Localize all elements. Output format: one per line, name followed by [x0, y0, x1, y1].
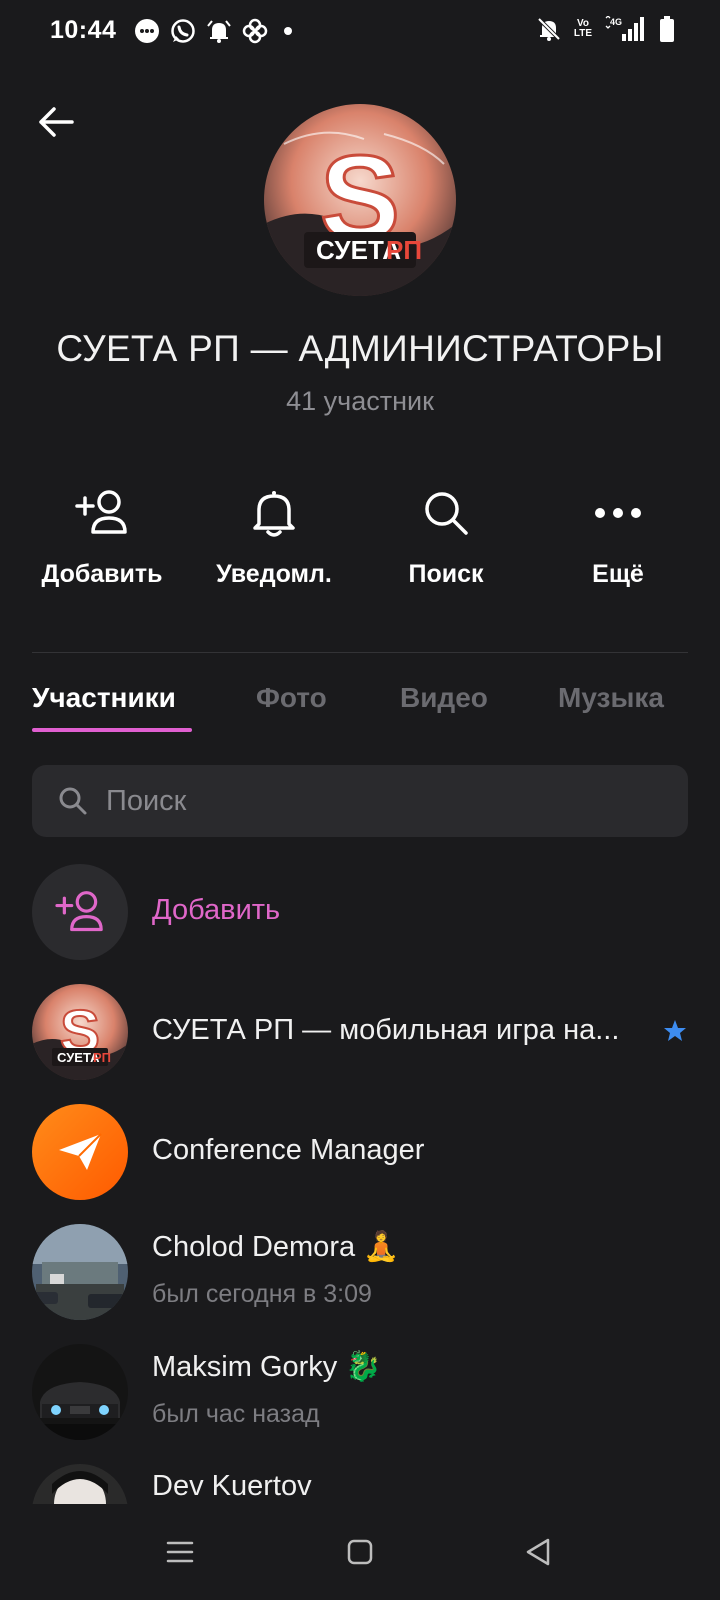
search-placeholder: Поиск [106, 784, 187, 817]
members-count: 41 участник [286, 386, 434, 416]
group-title: СУЕТА РП — АДМИНИСТРАТОРЫ [56, 328, 664, 369]
back-button[interactable] [30, 96, 82, 148]
back-nav-button[interactable] [512, 1526, 564, 1578]
system-icons: Vo LTE 4G [536, 16, 680, 42]
add-user-icon [32, 864, 128, 960]
member-name: Maksim Gorky 🐉 [152, 1351, 382, 1383]
tab-members[interactable]: Участники [32, 682, 176, 714]
avatar: S СУЕТА РП [32, 984, 128, 1080]
svg-text:РП: РП [93, 1050, 111, 1065]
add-member-text: Добавить [152, 894, 281, 926]
paper-plane-icon [32, 1104, 128, 1200]
notifications-button[interactable]: Уведомл. [188, 486, 360, 589]
menu-icon [166, 1541, 194, 1563]
list-item[interactable]: Maksim Gorky 🐉 был час назад [32, 1344, 688, 1440]
home-button[interactable] [334, 1526, 386, 1578]
tab-music[interactable]: Музыка [558, 682, 664, 714]
more-notifications-dot [284, 27, 292, 35]
tab-video[interactable]: Видео [400, 682, 488, 714]
arrow-left-icon [39, 107, 74, 137]
tab-photo[interactable]: Фото [256, 682, 327, 714]
member-status: был сегодня в 3:09 [152, 1280, 372, 1308]
more-dots-icon [594, 486, 642, 540]
member-name: СУЕТА РП — мобильная игра на... [152, 1014, 620, 1046]
notifications-label: Уведомл. [216, 560, 332, 588]
avatar [32, 1464, 128, 1504]
more-label: Ещё [592, 560, 644, 588]
battery-icon [654, 16, 680, 42]
square-icon [347, 1539, 373, 1565]
member-name: Dev Kuertov [152, 1470, 312, 1502]
avatar [32, 1224, 128, 1320]
list-item[interactable]: Conference Manager [32, 1104, 688, 1200]
volte-icon: Vo LTE [573, 18, 593, 39]
action-row: Добавить Уведомл. Поиск Ещё [16, 486, 704, 589]
svg-text:4G: 4G [610, 17, 622, 27]
triangle-back-icon [526, 1538, 550, 1566]
notification-icons [134, 18, 292, 44]
tab-bar: Участники Фото Видео Музыка [32, 682, 688, 734]
add-user-icon [73, 486, 131, 540]
more-button[interactable]: Ещё [532, 486, 704, 589]
search-icon [422, 486, 470, 540]
bell-off-icon [536, 16, 562, 42]
pinwheel-icon [242, 18, 268, 44]
add-member-label: Добавить [41, 560, 163, 588]
list-item[interactable]: Dev Kuertov [32, 1464, 688, 1504]
search-button[interactable]: Поиск [360, 486, 532, 589]
avatar-brand-accent: РП [386, 235, 422, 265]
star-icon [662, 1018, 688, 1049]
status-time: 10:44 [50, 16, 117, 44]
avatar [32, 1344, 128, 1440]
list-item[interactable]: Cholod Demora 🧘 был сегодня в 3:09 [32, 1224, 688, 1320]
whatsapp-icon [170, 18, 196, 44]
add-member-row[interactable]: Добавить [32, 864, 688, 960]
search-icon [56, 784, 90, 818]
group-avatar[interactable]: S СУЕТА РП [264, 104, 456, 296]
search-label: Поиск [408, 560, 484, 588]
member-name: Conference Manager [152, 1134, 425, 1166]
member-search-input[interactable]: Поиск [32, 765, 688, 837]
add-member-button[interactable]: Добавить [16, 486, 188, 589]
alarm-icon [206, 18, 232, 44]
signal-4g-icon: 4G [604, 16, 646, 42]
active-tab-indicator [32, 728, 192, 732]
member-name: Cholod Demora 🧘 [152, 1231, 400, 1263]
recents-button[interactable] [154, 1526, 206, 1578]
status-bar: 10:44 Vo LTE 4G [0, 0, 720, 64]
bell-icon [251, 486, 297, 540]
chat-bubble-icon [134, 18, 160, 44]
list-item[interactable]: S СУЕТА РП СУЕТА РП — мобильная игра на.… [32, 984, 688, 1080]
divider [32, 652, 688, 653]
system-nav-bar [0, 1504, 720, 1600]
member-status: был час назад [152, 1400, 320, 1428]
